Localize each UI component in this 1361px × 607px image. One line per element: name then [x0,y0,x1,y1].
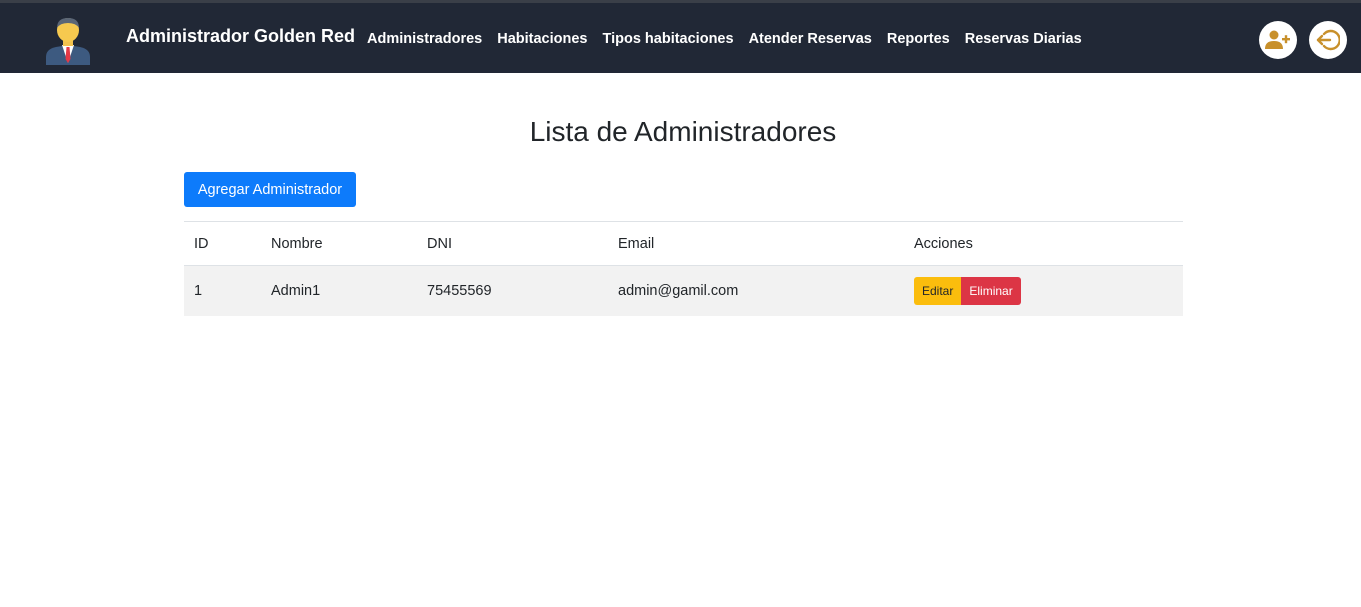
main-nav: Administradores Habitaciones Tipos habit… [367,31,1097,47]
delete-button[interactable]: Eliminar [961,276,1021,305]
cell-email: admin@gamil.com [608,265,904,316]
nav-tipos-habitaciones[interactable]: Tipos habitaciones [602,31,733,47]
table-row: 1 Admin1 75455569 admin@gamil.com Editar… [184,265,1183,316]
top-navbar: Administrador Golden Red Administradores… [0,0,1361,73]
nav-reportes[interactable]: Reportes [887,31,950,47]
edit-button[interactable]: Editar [914,276,962,305]
header-email: Email [608,221,904,266]
nav-habitaciones[interactable]: Habitaciones [497,31,587,47]
header-dni: DNI [417,221,608,266]
add-admin-button[interactable]: Agregar Administrador [184,172,356,207]
add-user-button[interactable] [1259,21,1297,59]
cell-id: 1 [184,265,261,316]
page-title: Lista de Administradores [529,116,837,147]
cell-dni: 75455569 [417,265,608,316]
nav-administradores[interactable]: Administradores [367,31,482,47]
admin-avatar-icon [42,15,94,65]
table-header-row: ID Nombre DNI Email Acciones [184,221,1183,266]
header-acciones: Acciones [904,221,1183,266]
admins-table: ID Nombre DNI Email Acciones 1 Admin1 75… [184,221,1183,316]
cell-nombre: Admin1 [261,265,417,316]
brand-title[interactable]: Administrador Golden Red [126,26,355,47]
logout-icon [1316,29,1340,51]
header-nombre: Nombre [261,221,417,266]
user-plus-icon [1265,30,1290,49]
header-id: ID [184,221,261,266]
logout-button[interactable] [1309,21,1347,59]
nav-reservas-diarias[interactable]: Reservas Diarias [965,31,1082,47]
nav-atender-reservas[interactable]: Atender Reservas [749,31,872,47]
cell-acciones: Editar Eliminar [904,265,1183,316]
